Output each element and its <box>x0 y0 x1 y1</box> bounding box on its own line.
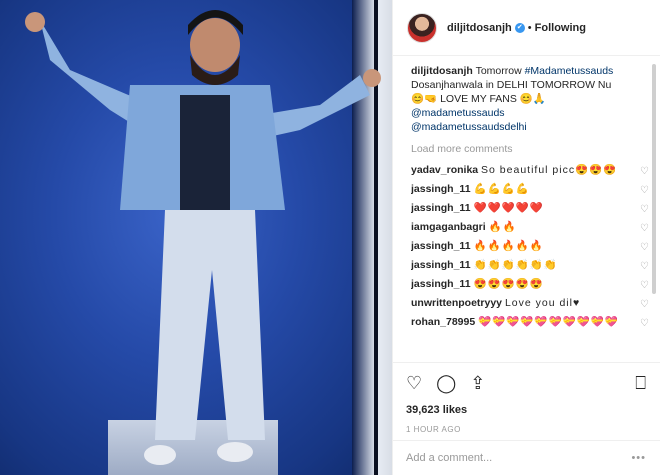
post-header: diljitdosanjh ✔ • Following <box>393 0 660 56</box>
likes-count[interactable]: 39,623 likes <box>406 404 646 416</box>
separator-dot: • <box>527 21 532 34</box>
comment-text: ❤️❤️❤️❤️❤️ <box>473 202 544 214</box>
more-options-icon[interactable]: ••• <box>631 452 646 464</box>
caption-username[interactable]: diljitdosanjh <box>411 65 473 77</box>
like-heart-icon[interactable]: ♡ <box>640 241 649 255</box>
add-comment-input[interactable]: Add a comment... <box>406 452 492 464</box>
comment-item: jassingh_11 👏👏👏👏👏👏 ♡ <box>411 258 651 272</box>
mention-link-2[interactable]: @madametussaudsdelhi <box>411 121 527 133</box>
like-heart-icon[interactable]: ♡ <box>640 298 649 312</box>
header-username[interactable]: diljitdosanjh <box>447 22 512 34</box>
like-heart-icon[interactable]: ♡ <box>640 184 649 198</box>
comment-username[interactable]: jassingh_11 <box>411 202 471 214</box>
comment-item: jassingh_11 🔥🔥🔥🔥🔥 ♡ <box>411 239 651 253</box>
post-actions: ♡ ◯ ⇪ ⎕ 39,623 likes 1 HOUR AGO <box>392 362 660 434</box>
comment-text: Love you dil♥ <box>504 297 581 309</box>
like-heart-icon[interactable]: ♡ <box>640 222 649 236</box>
like-heart-icon[interactable]: ♡ <box>406 373 422 394</box>
add-comment-bar: Add a comment... ••• <box>392 440 660 475</box>
comment-username[interactable]: rohan_78995 <box>411 316 475 328</box>
comment-text: So beautiful picc😍😍😍 <box>481 164 618 176</box>
avatar[interactable] <box>407 12 437 43</box>
caption-line3: 😊🤜 LOVE MY FANS 😊🙏 <box>411 93 546 105</box>
hashtag-link[interactable]: #Madametussauds <box>525 65 614 77</box>
mention-link-1[interactable]: @madametussauds <box>411 107 505 119</box>
comments-scrollbar[interactable] <box>652 64 656 294</box>
person-figure <box>25 10 381 465</box>
post-photo[interactable] <box>0 0 392 475</box>
action-icons: ♡ ◯ ⇪ ⎕ <box>406 371 646 395</box>
comment-item: jassingh_11 😍😍😍😍😍 ♡ <box>411 277 651 291</box>
comment-item: jassingh_11 ❤️❤️❤️❤️❤️ ♡ <box>411 201 651 215</box>
comment-text: 💝💝💝💝💝💝💝💝💝💝 <box>478 316 619 328</box>
comment-item: rohan_78995 💝💝💝💝💝💝💝💝💝💝 ♡ <box>411 315 651 329</box>
comment-username[interactable]: jassingh_11 <box>411 259 471 271</box>
caption-line2: Dosanjhanwala in DELHI TOMORROW Nu <box>411 79 612 91</box>
like-heart-icon[interactable]: ♡ <box>640 165 649 179</box>
comments-list: diljitdosanjh Tomorrow #Madametussauds D… <box>411 64 651 359</box>
like-heart-icon[interactable]: ♡ <box>640 279 649 293</box>
share-icon[interactable]: ⇪ <box>470 373 485 394</box>
caption-text: Tomorrow <box>472 65 525 77</box>
comment-text: 👏👏👏👏👏👏 <box>473 259 558 271</box>
like-heart-icon[interactable]: ♡ <box>640 203 649 217</box>
comment-item: iamgaganbagri 🔥🔥 ♡ <box>411 220 651 234</box>
like-heart-icon[interactable]: ♡ <box>640 260 649 274</box>
comment-username[interactable]: jassingh_11 <box>411 240 471 252</box>
following-button[interactable]: Following <box>535 22 586 34</box>
comment-text: 😍😍😍😍😍 <box>473 278 544 290</box>
comment-item: jassingh_11 💪💪💪💪 ♡ <box>411 182 651 196</box>
comment-username[interactable]: jassingh_11 <box>411 183 471 195</box>
comment-bubble-icon[interactable]: ◯ <box>436 373 456 394</box>
bookmark-icon[interactable]: ⎕ <box>635 373 646 394</box>
comment-text: 💪💪💪💪 <box>473 183 530 195</box>
comment-username[interactable]: jassingh_11 <box>411 278 471 290</box>
comment-item: yadav_ronika So beautiful picc😍😍😍 ♡ <box>411 163 651 177</box>
comment-username[interactable]: yadav_ronika <box>411 164 478 176</box>
comment-username[interactable]: unwrittenpoetryyy <box>411 297 502 309</box>
comment-item: unwrittenpoetryyy Love you dil♥ ♡ <box>411 296 651 310</box>
verified-icon: ✔ <box>514 22 525 33</box>
comment-text: 🔥🔥🔥🔥🔥 <box>473 240 544 252</box>
post-time: 1 HOUR AGO <box>406 425 461 434</box>
comment-username[interactable]: iamgaganbagri <box>411 221 486 233</box>
like-heart-icon[interactable]: ♡ <box>640 317 649 331</box>
caption: diljitdosanjh Tomorrow #Madametussauds D… <box>411 64 651 134</box>
comment-text: 🔥🔥 <box>488 221 517 233</box>
load-more-comments[interactable]: Load more comments <box>411 143 651 155</box>
